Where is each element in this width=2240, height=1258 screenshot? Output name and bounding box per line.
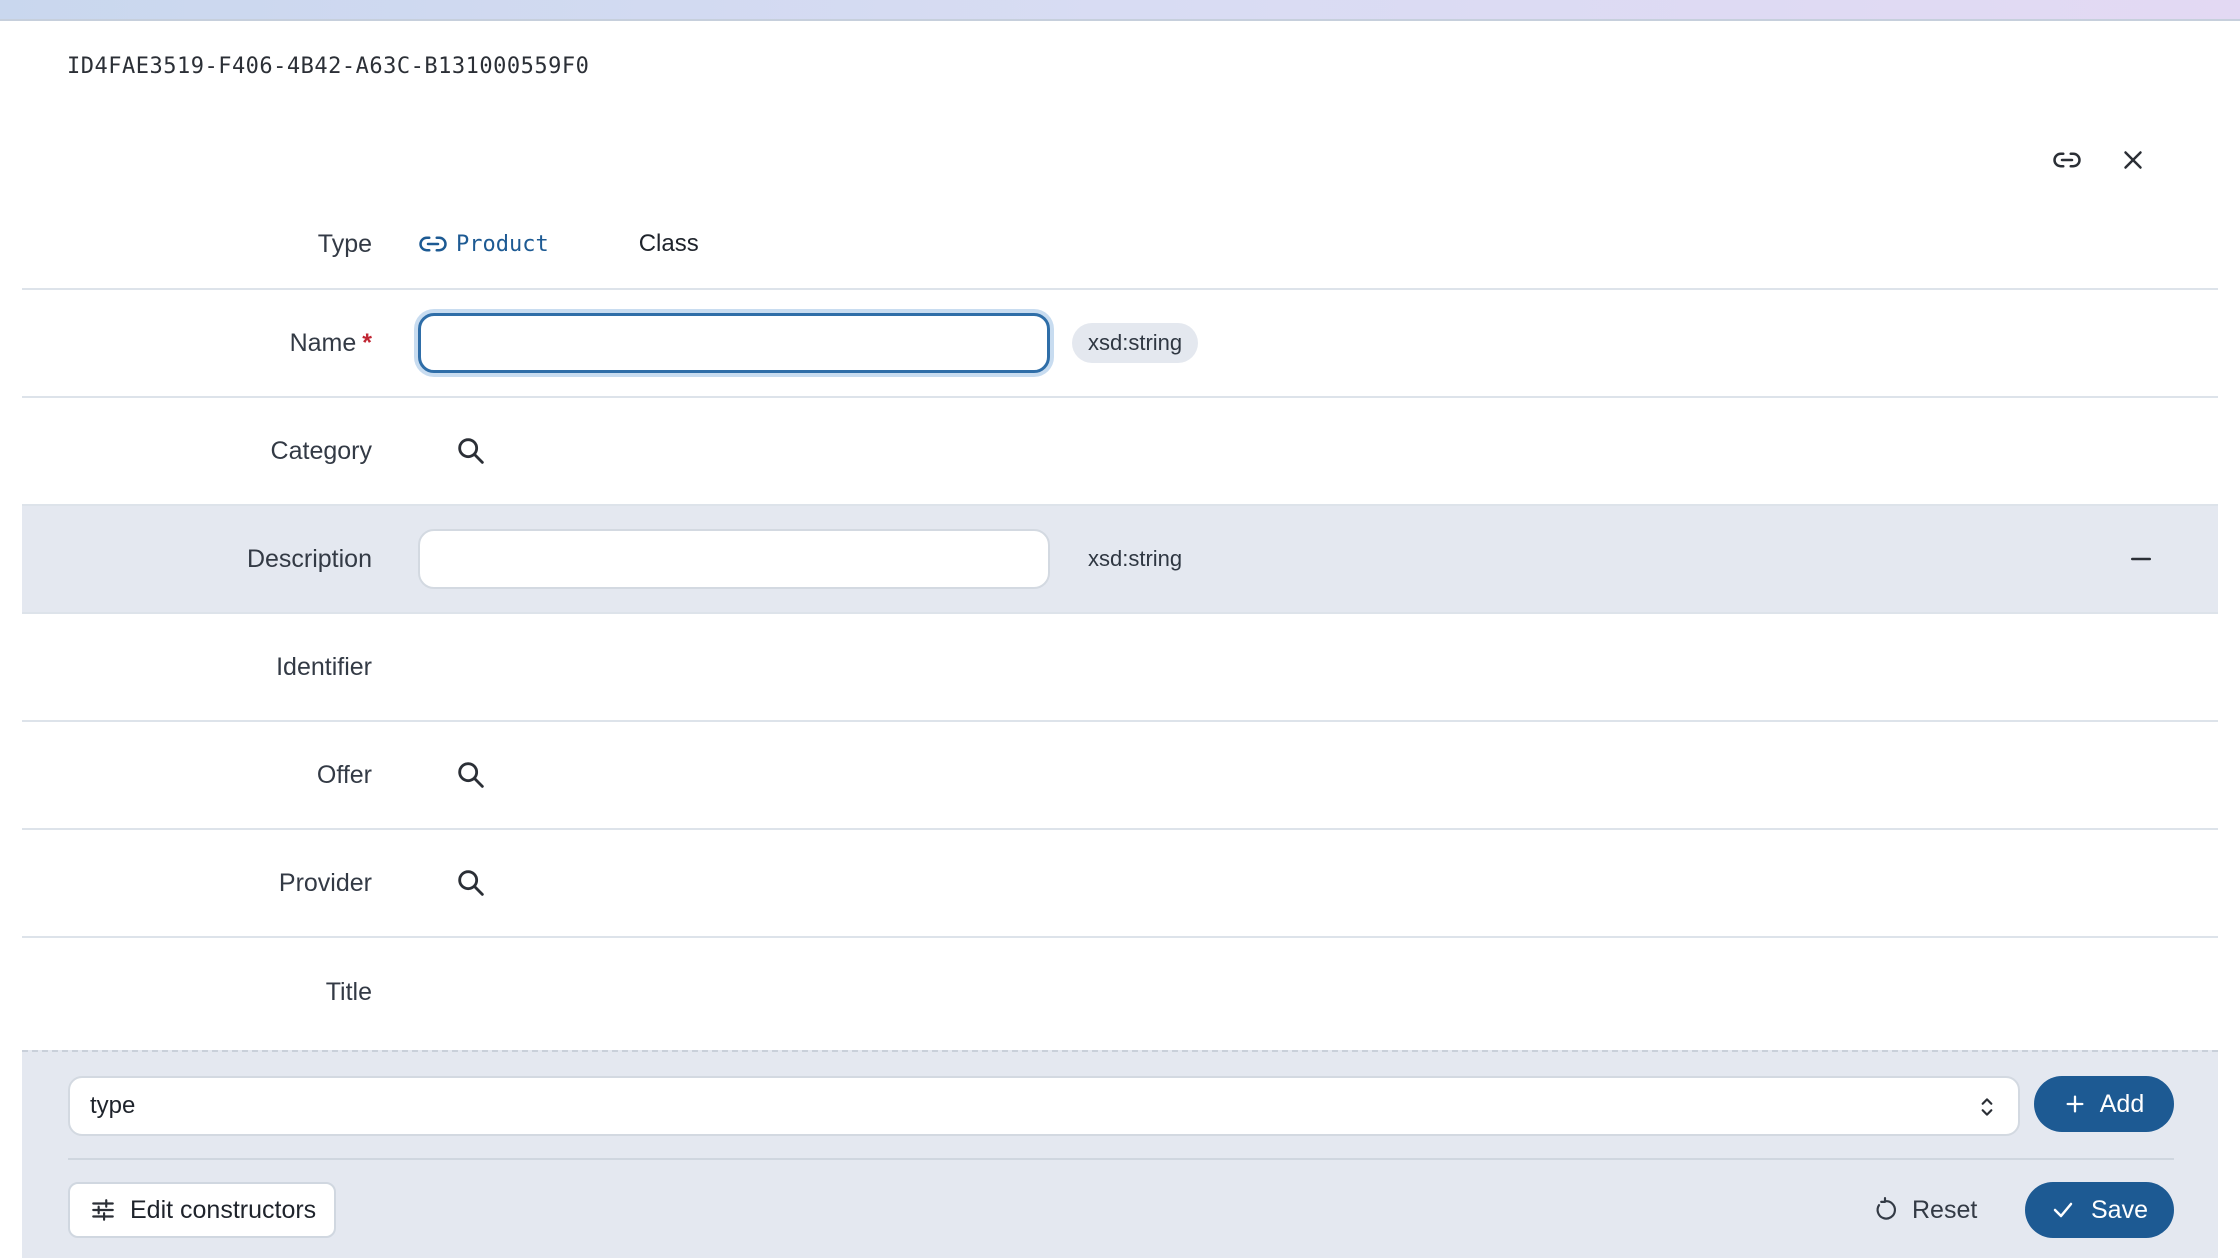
close-icon	[2124, 151, 2142, 169]
add-property-button[interactable]: Add	[2034, 1076, 2174, 1132]
name-label: Name *	[22, 329, 372, 358]
close-button[interactable]	[2115, 142, 2151, 178]
name-row: Name * xsd:string	[22, 290, 2218, 398]
type-name: Product	[456, 231, 549, 257]
save-label: Save	[2091, 1195, 2148, 1224]
description-datatype-label: xsd:string	[1088, 546, 1183, 571]
add-property-area: type Add Edit constructors Reset Save	[22, 1050, 2218, 1258]
offer-content	[418, 758, 488, 792]
provider-content	[418, 866, 488, 900]
chevron-up-down-icon	[1981, 1098, 1993, 1116]
search-icon[interactable]	[454, 758, 488, 792]
title-label: Title	[325, 977, 372, 1006]
name-content: xsd:string	[418, 313, 1199, 373]
description-content: xsd:string	[418, 529, 1198, 589]
name-input[interactable]	[418, 313, 1050, 373]
remove-property-button[interactable]	[2126, 544, 2156, 574]
property-select[interactable]: type	[68, 1076, 2020, 1136]
link-icon	[419, 236, 447, 252]
reset-icon	[1876, 1197, 1896, 1220]
search-icon[interactable]	[454, 434, 488, 468]
document-id: ID4FAE3519-F406-4B42-A63C-B131000559F0	[67, 54, 590, 79]
name-label-text: Name	[289, 328, 357, 357]
category-label: Category	[270, 436, 372, 465]
identifier-label: Identifier	[276, 652, 372, 681]
type-content: Product Class	[418, 229, 699, 259]
link-icon	[2053, 152, 2081, 168]
required-marker: *	[362, 328, 372, 357]
type-label: Type	[317, 229, 372, 258]
description-row: Description xsd:string	[22, 506, 2218, 614]
name-datatype-badge: xsd:string	[1072, 323, 1199, 363]
save-button[interactable]: Save	[2025, 1182, 2174, 1238]
top-actions	[2049, 142, 2151, 178]
type-row: Type Product Class	[22, 200, 2218, 290]
copy-link-button[interactable]	[2049, 142, 2085, 178]
reset-label: Reset	[1912, 1195, 1978, 1224]
description-label: Description	[246, 544, 372, 573]
edit-constructors-label: Edit constructors	[130, 1195, 317, 1224]
footer-divider	[68, 1158, 2174, 1160]
title-row: Title	[22, 938, 2218, 1046]
reset-button[interactable]: Reset	[1872, 1182, 1977, 1238]
check-icon	[2053, 1202, 2073, 1218]
identifier-row: Identifier	[22, 614, 2218, 722]
type-product-link[interactable]: Product	[418, 229, 549, 259]
search-icon[interactable]	[454, 866, 488, 900]
category-content	[418, 434, 488, 468]
property-select-value: type	[90, 1092, 136, 1119]
category-row: Category	[22, 398, 2218, 506]
plus-icon	[2066, 1095, 2084, 1113]
offer-row: Offer	[22, 722, 2218, 830]
description-input[interactable]	[418, 529, 1050, 589]
provider-label: Provider	[278, 868, 372, 897]
offer-label: Offer	[316, 760, 372, 789]
sliders-icon	[92, 1199, 114, 1221]
provider-row: Provider	[22, 830, 2218, 938]
class-label: Class	[638, 230, 699, 257]
top-gradient-strip	[0, 0, 2240, 21]
edit-constructors-button[interactable]: Edit constructors	[68, 1182, 337, 1238]
add-button-label: Add	[2099, 1089, 2145, 1118]
